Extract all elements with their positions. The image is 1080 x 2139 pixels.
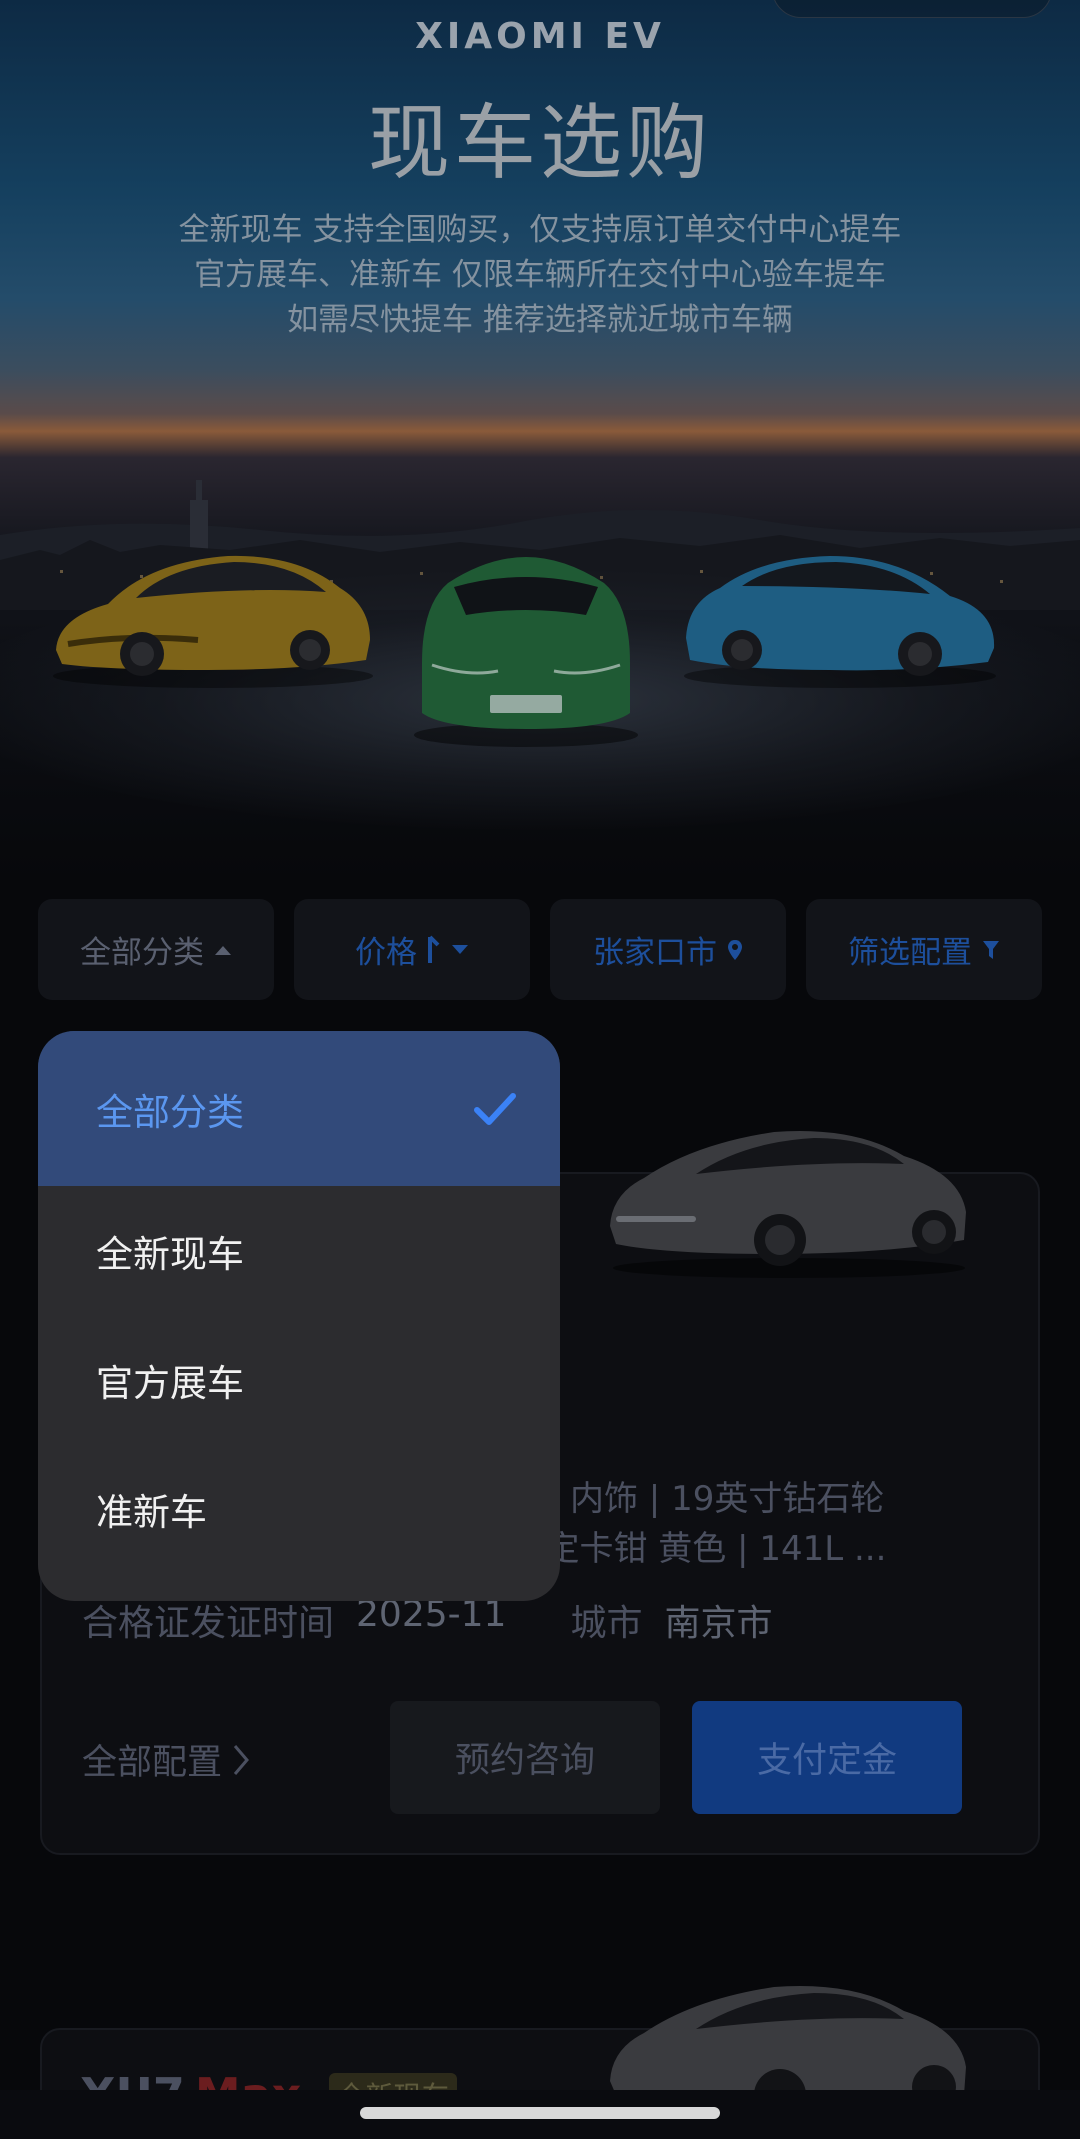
dropdown-item-new[interactable]: 全新现车 bbox=[38, 1186, 560, 1315]
category-dropdown: 全部分类 全新现车 官方展车 准新车 bbox=[38, 1031, 560, 1601]
all-config-link[interactable]: 全部配置 bbox=[82, 1734, 250, 1785]
filter-category[interactable]: 全部分类 bbox=[38, 899, 274, 1000]
dropdown-item-label: 官方展车 bbox=[96, 1361, 244, 1405]
dropdown-item-label: 全部分类 bbox=[96, 1090, 244, 1134]
cert-date-value: 2025-11 bbox=[356, 1594, 507, 1635]
yellow-car-image bbox=[53, 555, 373, 688]
dropdown-item-all[interactable]: 全部分类 bbox=[38, 1031, 560, 1186]
checkmark-icon bbox=[474, 1092, 516, 1125]
sort-caret-down-icon bbox=[428, 935, 440, 963]
brand-logo: XIAOMI EV bbox=[415, 16, 665, 57]
vehicle-meta: 合格证发证时间 2025-11 城市 南京市 bbox=[82, 1594, 772, 1646]
hero-subtitle: 全新现车 支持全国购买，仅支持原订单交付中心提车 官方展车、准新车 仅限车辆所在… bbox=[0, 208, 1080, 343]
funnel-icon bbox=[983, 940, 999, 959]
location-pin-icon bbox=[728, 939, 742, 960]
filter-config-label: 筛选配置 bbox=[848, 935, 972, 971]
dropdown-item-showroom[interactable]: 官方展车 bbox=[38, 1315, 560, 1444]
green-car-image bbox=[414, 557, 638, 747]
cert-date-label: 合格证发证时间 bbox=[82, 1603, 335, 1644]
blue-car-image bbox=[684, 556, 996, 688]
city-value: 南京市 bbox=[664, 1603, 773, 1644]
filter-price-label: 价格 bbox=[355, 935, 417, 971]
all-config-label: 全部配置 bbox=[82, 1743, 223, 1783]
dropdown-item-label: 准新车 bbox=[96, 1490, 207, 1534]
filter-config[interactable]: 筛选配置 bbox=[806, 899, 1042, 1000]
vehicle-image bbox=[610, 1986, 966, 2095]
vehicle-image bbox=[610, 1131, 966, 1278]
consult-button[interactable]: 预约咨询 bbox=[390, 1701, 660, 1814]
caret-up-icon bbox=[215, 945, 231, 955]
chevron-right-icon bbox=[233, 1744, 249, 1775]
filter-bar: 全部分类 价格 张家口市 筛选配置 bbox=[38, 899, 1042, 1000]
city-label: 城市 bbox=[570, 1603, 643, 1644]
filter-category-label: 全部分类 bbox=[80, 935, 204, 971]
dropdown-item-label: 全新现车 bbox=[96, 1232, 244, 1276]
hero-line-3: 如需尽快提车 推荐选择就近城市车辆 bbox=[287, 302, 793, 338]
filter-price[interactable]: 价格 bbox=[294, 899, 530, 1000]
hero-banner: XIAOMI EV 现车选购 全新现车 支持全国购买，仅支持原订单交付中心提车 … bbox=[0, 0, 1080, 880]
hero-line-1: 全新现车 支持全国购买，仅支持原订单交付中心提车 bbox=[178, 212, 902, 248]
filter-city-label: 张家口市 bbox=[593, 935, 717, 971]
deposit-button[interactable]: 支付定金 bbox=[692, 1701, 962, 1814]
hero-line-2: 官方展车、准新车 仅限车辆所在交付中心验车提车 bbox=[194, 257, 886, 293]
home-indicator[interactable] bbox=[360, 2107, 720, 2119]
page-title: 现车选购 bbox=[367, 96, 712, 191]
filter-city[interactable]: 张家口市 bbox=[550, 899, 786, 1000]
caret-down-icon bbox=[452, 944, 468, 954]
dropdown-item-like-new[interactable]: 准新车 bbox=[38, 1444, 560, 1573]
